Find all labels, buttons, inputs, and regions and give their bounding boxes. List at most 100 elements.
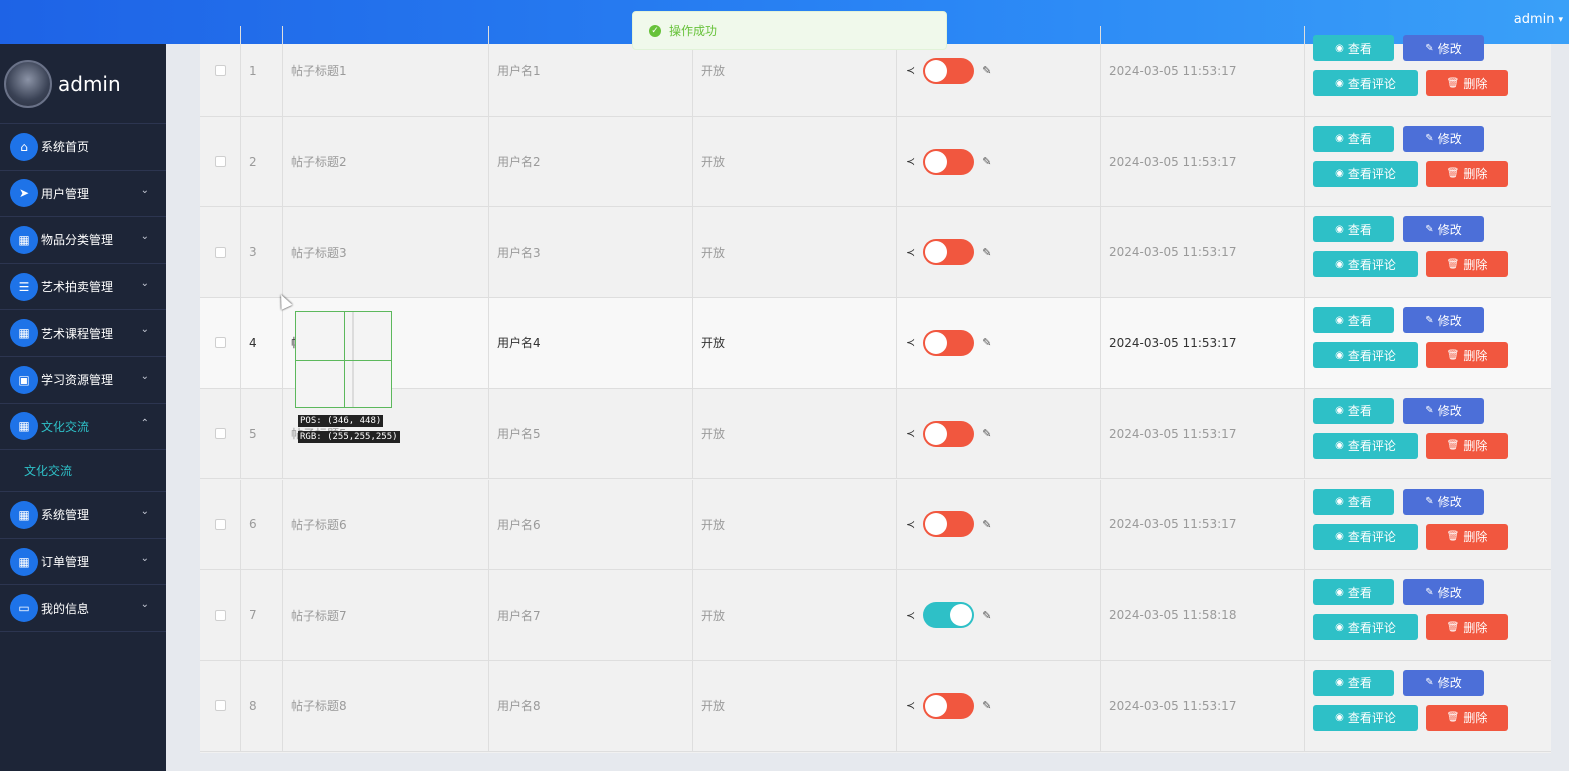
view-button[interactable]: ◉ 查看 bbox=[1313, 307, 1394, 334]
grid-icon: ▦ bbox=[10, 500, 38, 529]
edit-button[interactable]: ✎ 修改 bbox=[1403, 397, 1484, 424]
pencil-icon[interactable]: ✎ bbox=[982, 64, 991, 77]
submenu-item[interactable]: 文化交流 bbox=[0, 450, 166, 493]
sidebar-item-6[interactable]: ▦ 文化交流 ⌃ bbox=[0, 404, 166, 451]
eye-icon: ◉ bbox=[1335, 586, 1344, 598]
eye-icon: ◉ bbox=[1335, 712, 1344, 724]
view-comments-button[interactable]: ◉ 查看评论 bbox=[1313, 704, 1418, 731]
edit-icon: ✎ bbox=[1425, 223, 1434, 235]
view-comments-button[interactable]: ◉ 查看评论 bbox=[1313, 523, 1418, 550]
edit-button[interactable]: ✎ 修改 bbox=[1403, 669, 1484, 696]
edit-button[interactable]: ✎ 修改 bbox=[1403, 216, 1484, 243]
status-toggle[interactable] bbox=[923, 420, 975, 447]
delete-button[interactable]: 🗑 删除 bbox=[1426, 523, 1508, 550]
pencil-icon[interactable]: ✎ bbox=[982, 699, 991, 712]
list-icon: ☰ bbox=[10, 272, 38, 301]
pencil-icon[interactable]: ✎ bbox=[982, 518, 991, 531]
share-icon: ≺ bbox=[906, 427, 916, 441]
sidebar-item-8[interactable]: ▦ 订单管理 ⌄ bbox=[0, 539, 166, 586]
status-toggle[interactable] bbox=[923, 602, 975, 629]
eye-icon: ◉ bbox=[1335, 77, 1344, 89]
sidebar-item-0[interactable]: ⌂ 系统首页 bbox=[0, 124, 166, 171]
pixel-info: POS: (346, 448) RGB: (255,255,255) bbox=[298, 412, 400, 444]
view-comments-button[interactable]: ◉ 查看评论 bbox=[1313, 432, 1418, 459]
edit-button[interactable]: ✎ 修改 bbox=[1403, 579, 1484, 606]
post-date: 2024-03-05 11:53:17 bbox=[1101, 298, 1305, 388]
view-button[interactable]: ◉ 查看 bbox=[1313, 125, 1394, 152]
delete-button[interactable]: 🗑 删除 bbox=[1426, 251, 1508, 278]
view-button[interactable]: ◉ 查看 bbox=[1313, 669, 1394, 696]
row-checkbox[interactable] bbox=[214, 428, 226, 440]
edit-button[interactable]: ✎ 修改 bbox=[1403, 307, 1484, 334]
row-checkbox[interactable] bbox=[214, 700, 226, 712]
row-checkbox[interactable] bbox=[214, 156, 226, 168]
view-button-label: 查看 bbox=[1347, 222, 1372, 237]
post-status: 开放 bbox=[693, 660, 897, 751]
sidebar-item-1[interactable]: ➤ 用户管理 ⌄ bbox=[0, 171, 166, 218]
view-comments-button[interactable]: ◉ 查看评论 bbox=[1313, 70, 1418, 96]
sidebar-item-9[interactable]: ▭ 我的信息 ⌄ bbox=[0, 585, 166, 632]
user-menu[interactable]: admin ▾ bbox=[1514, 12, 1563, 27]
row-number: 6 bbox=[241, 479, 283, 570]
row-checkbox-cell bbox=[200, 298, 241, 388]
row-checkbox-cell bbox=[200, 116, 241, 207]
delete-button[interactable]: 🗑 删除 bbox=[1426, 160, 1508, 187]
pencil-icon[interactable]: ✎ bbox=[982, 427, 991, 440]
view-comments-button[interactable]: ◉ 查看评论 bbox=[1313, 251, 1418, 278]
sidebar-item-3[interactable]: ☰ 艺术拍卖管理 ⌄ bbox=[0, 264, 166, 311]
actions-cell: ◉ 查看 ✎ 修改 ◉ 查看评论 🗑 删除 bbox=[1305, 389, 1551, 479]
sidebar-item-7[interactable]: ▦ 系统管理 ⌄ bbox=[0, 492, 166, 539]
sidebar-item-label: 订单管理 bbox=[41, 555, 90, 570]
row-checkbox[interactable] bbox=[214, 246, 226, 258]
delete-button[interactable]: 🗑 删除 bbox=[1426, 70, 1508, 96]
edit-button[interactable]: ✎ 修改 bbox=[1403, 35, 1484, 61]
view-button[interactable]: ◉ 查看 bbox=[1313, 35, 1394, 61]
sidebar-item-2[interactable]: ▦ 物品分类管理 ⌄ bbox=[0, 217, 166, 264]
sidebar-item-label: 用户管理 bbox=[41, 186, 90, 201]
pencil-icon[interactable]: ✎ bbox=[982, 246, 991, 259]
row-checkbox[interactable] bbox=[214, 65, 226, 77]
post-date: 2024-03-05 11:53:17 bbox=[1101, 660, 1305, 751]
status-toggle[interactable] bbox=[923, 511, 975, 538]
status-toggle[interactable] bbox=[923, 57, 975, 84]
view-button[interactable]: ◉ 查看 bbox=[1313, 216, 1394, 243]
actions-cell: ◉ 查看 ✎ 修改 ◉ 查看评论 🗑 删除 bbox=[1305, 298, 1551, 388]
view-comments-button[interactable]: ◉ 查看评论 bbox=[1313, 342, 1418, 369]
view-button[interactable]: ◉ 查看 bbox=[1313, 579, 1394, 606]
status-toggle[interactable] bbox=[923, 692, 975, 719]
eye-icon: ◉ bbox=[1335, 677, 1344, 689]
status-toggle[interactable] bbox=[923, 148, 975, 175]
view-button[interactable]: ◉ 查看 bbox=[1313, 397, 1394, 424]
edit-button[interactable]: ✎ 修改 bbox=[1403, 488, 1484, 515]
pencil-icon[interactable]: ✎ bbox=[982, 155, 991, 168]
send-icon: ➤ bbox=[10, 179, 38, 208]
actions-cell: ◉ 查看 ✎ 修改 ◉ 查看评论 🗑 删除 bbox=[1305, 26, 1551, 116]
sidebar-item-4[interactable]: ▦ 艺术课程管理 ⌄ bbox=[0, 310, 166, 357]
eye-icon: ◉ bbox=[1335, 42, 1344, 54]
row-checkbox[interactable] bbox=[214, 337, 226, 349]
view-button-label: 查看 bbox=[1347, 404, 1372, 419]
view-comments-label: 查看评论 bbox=[1347, 620, 1396, 635]
sidebar-item-5[interactable]: ▣ 学习资源管理 ⌄ bbox=[0, 357, 166, 404]
share-icon: ≺ bbox=[906, 699, 916, 713]
view-comments-button[interactable]: ◉ 查看评论 bbox=[1313, 614, 1418, 641]
pencil-icon[interactable]: ✎ bbox=[982, 609, 991, 622]
trash-icon: 🗑 bbox=[1446, 712, 1460, 724]
status-toggle[interactable] bbox=[923, 239, 975, 266]
delete-button[interactable]: 🗑 删除 bbox=[1426, 614, 1508, 641]
row-checkbox[interactable] bbox=[214, 518, 226, 530]
edit-button-label: 修改 bbox=[1437, 676, 1462, 691]
eye-icon: ◉ bbox=[1335, 223, 1344, 235]
delete-button[interactable]: 🗑 删除 bbox=[1426, 342, 1508, 369]
row-checkbox[interactable] bbox=[214, 609, 226, 621]
delete-button[interactable]: 🗑 删除 bbox=[1426, 432, 1508, 459]
view-comments-button[interactable]: ◉ 查看评论 bbox=[1313, 160, 1418, 187]
grid-icon: ▦ bbox=[10, 547, 38, 576]
view-button[interactable]: ◉ 查看 bbox=[1313, 488, 1394, 515]
delete-button[interactable]: 🗑 删除 bbox=[1426, 704, 1508, 731]
row-number: 1 bbox=[241, 26, 283, 116]
edit-button-label: 修改 bbox=[1437, 132, 1462, 147]
status-toggle[interactable] bbox=[923, 329, 975, 356]
pencil-icon[interactable]: ✎ bbox=[982, 336, 991, 349]
edit-button[interactable]: ✎ 修改 bbox=[1403, 125, 1484, 152]
